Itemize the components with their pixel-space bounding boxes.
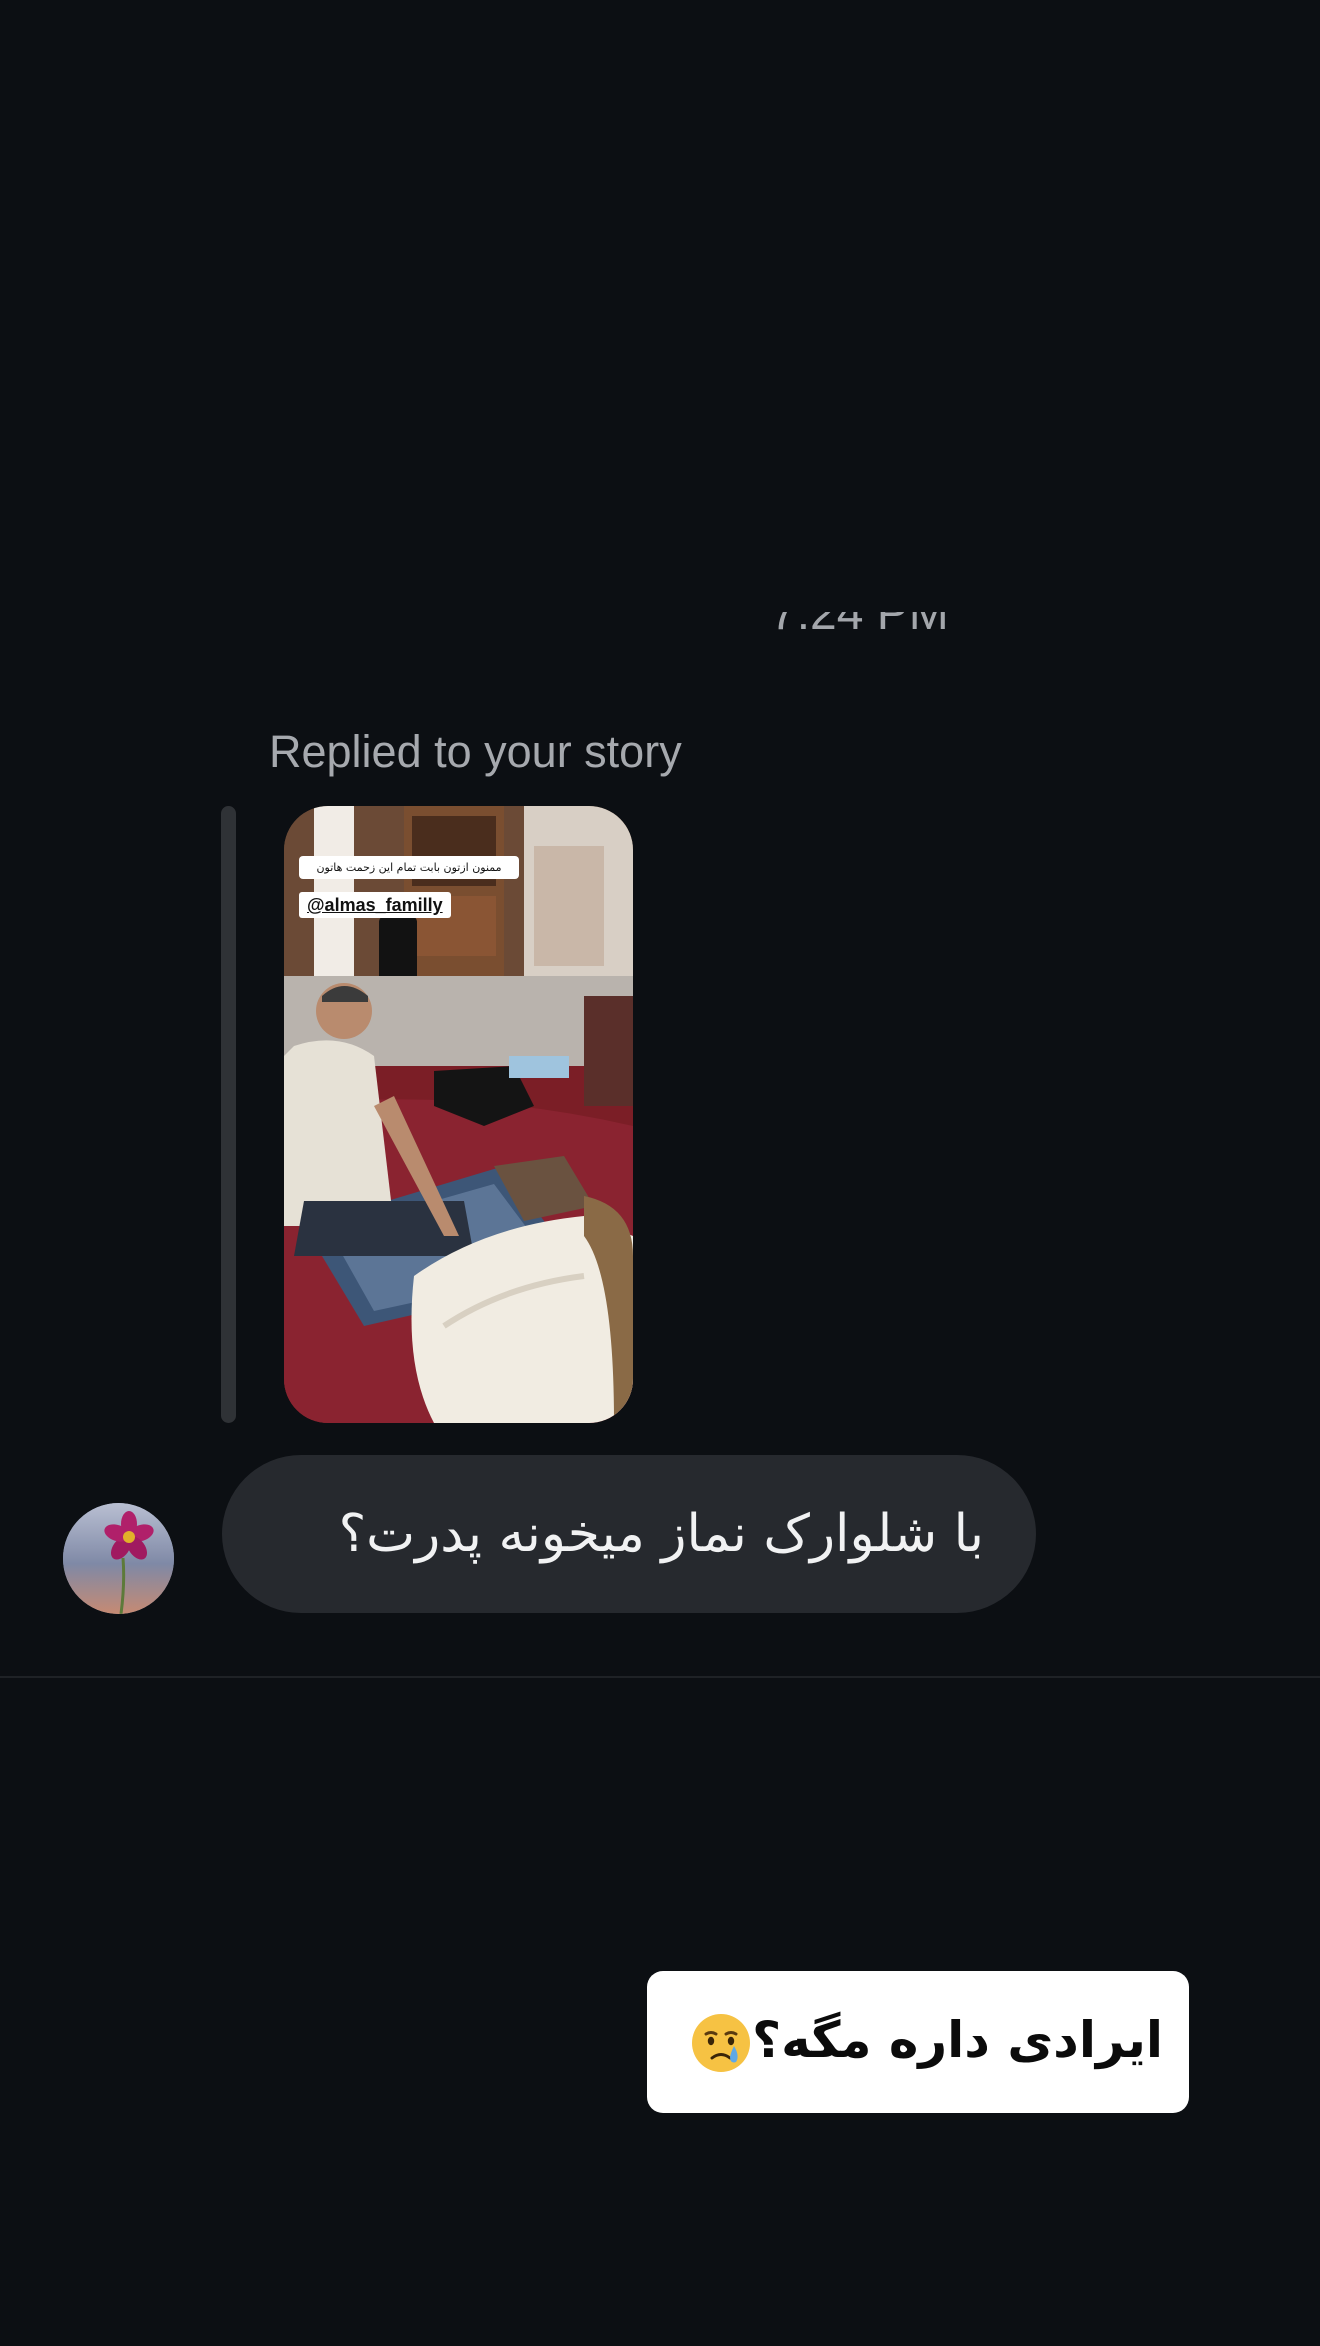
timestamp: 7:24 PM (770, 612, 990, 648)
sticker-text-content: ایرادی داره مگه؟ (752, 2010, 1163, 2069)
story-thumbnail[interactable]: ممنون ازتون بابت تمام این زحمت هاتون @al… (284, 806, 633, 1423)
message-text: با شلوارک نماز میخونه پدرت؟ (338, 1504, 984, 1564)
message-bubble[interactable]: با شلوارک نماز میخونه پدرت؟ (222, 1455, 1036, 1613)
divider (0, 1676, 1320, 1678)
story-reply-label: Replied to your story (269, 726, 682, 777)
crying-face-icon (690, 2012, 752, 2074)
timestamp-text: 7:24 PM (770, 612, 949, 640)
reply-text-sticker: ایرادی داره مگه؟ (647, 1971, 1189, 2113)
sender-avatar[interactable] (63, 1503, 174, 1614)
reply-indicator-bar (221, 806, 236, 1423)
story-caption-sticker: ممنون ازتون بابت تمام این زحمت هاتون (299, 856, 519, 879)
sticker-text: ایرادی داره مگه؟ (690, 2010, 1163, 2075)
flower-avatar-image (63, 1503, 174, 1614)
story-mention-sticker[interactable]: @almas_familly (299, 892, 451, 918)
